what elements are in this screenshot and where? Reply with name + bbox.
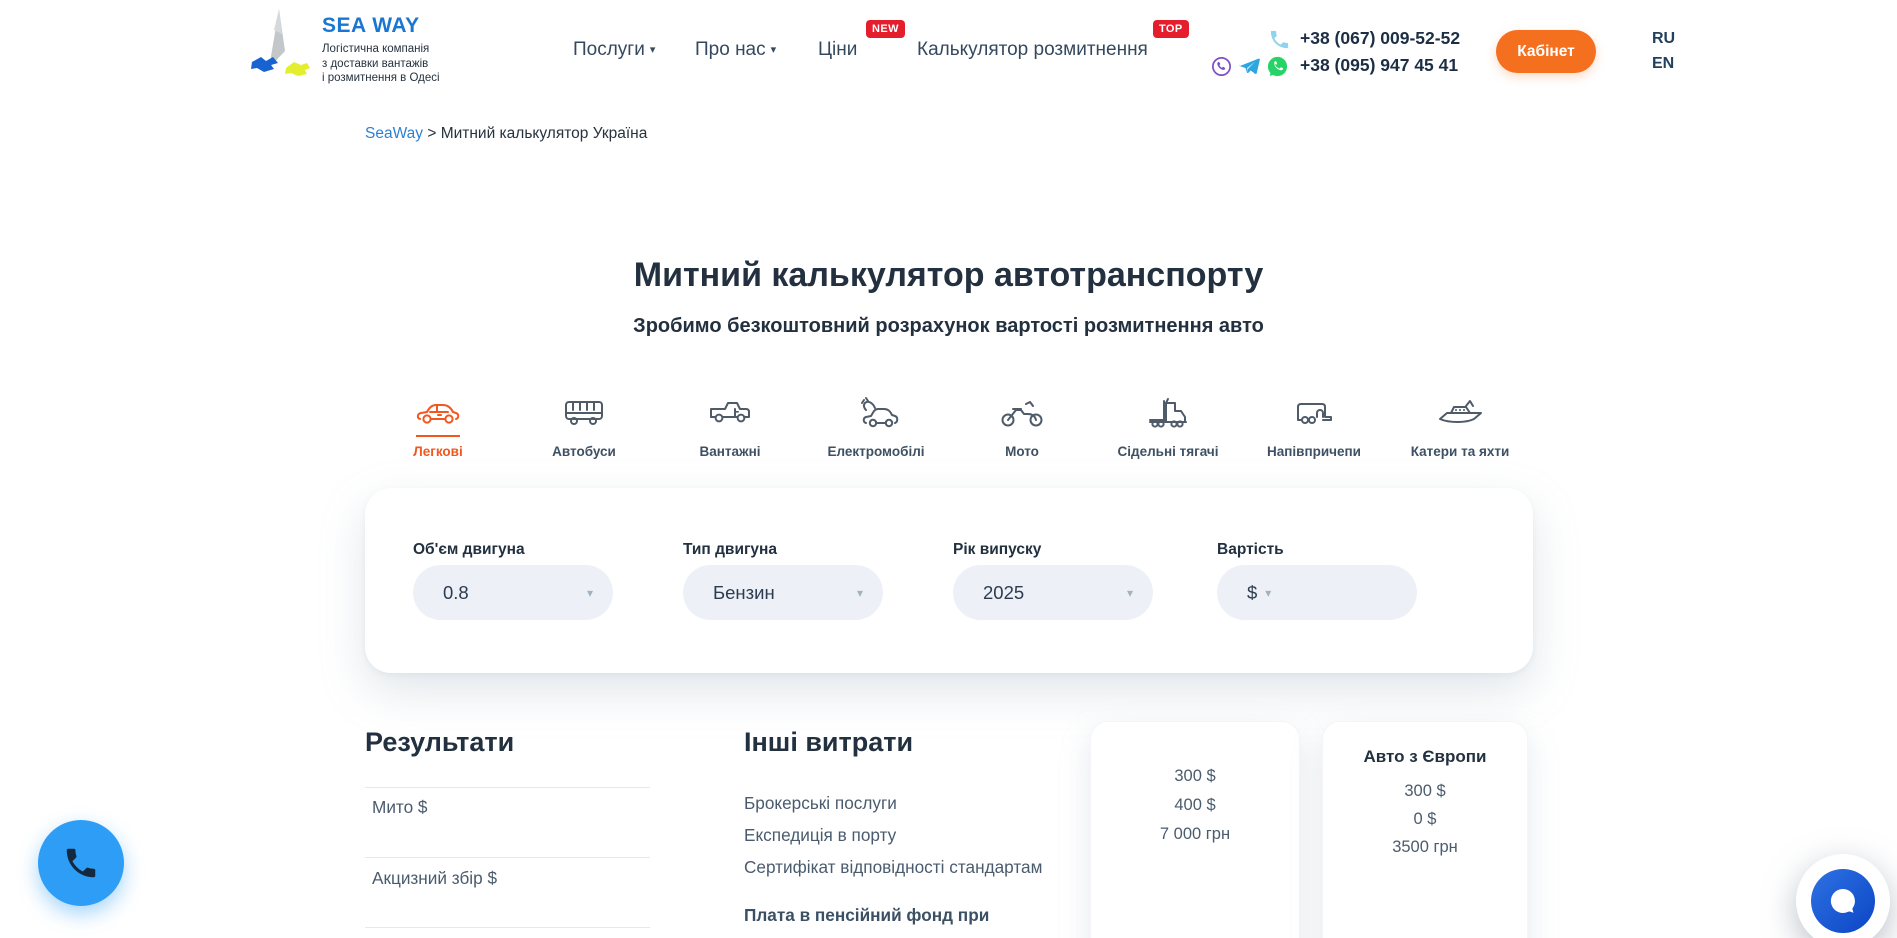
year-label: Рік випуску	[953, 541, 1041, 559]
nav-services[interactable]: Послуги▾	[573, 39, 655, 61]
expense-pension-fund: Плата в пенсійний фонд при реєстрації МР…	[744, 900, 1054, 938]
price-value: 3500 грн	[1323, 833, 1527, 861]
europe-car-price-card: Авто з Європи 300 $ 0 $ 3500 грн	[1322, 721, 1528, 938]
viber-icon[interactable]	[1210, 55, 1233, 78]
other-expenses-title: Інші витрати	[744, 727, 913, 758]
engine-volume-select[interactable]: 0.8 ▾	[413, 565, 613, 620]
result-excise: Акцизний збір $	[372, 868, 497, 889]
seaway-logo-icon[interactable]	[248, 6, 314, 84]
result-duty: Мито $	[372, 797, 428, 818]
chat-fab-button[interactable]	[1796, 854, 1890, 938]
brand-name: SEA WAY	[322, 14, 440, 38]
calculator-form-card: Об'єм двигуна 0.8 ▾ Тип двигуна Бензин ▾…	[365, 488, 1533, 673]
cabinet-button[interactable]: Кабінет	[1496, 30, 1596, 73]
price-label: Вартість	[1217, 541, 1284, 559]
call-fab-button[interactable]	[38, 820, 124, 906]
engine-type-label: Тип двигуна	[683, 541, 777, 559]
divider	[365, 857, 650, 858]
phone-icon	[1268, 28, 1291, 51]
chevron-down-icon: ▾	[771, 44, 777, 56]
phone-handset-icon	[62, 844, 100, 882]
chevron-down-icon: ▾	[1127, 586, 1133, 600]
chevron-down-icon: ▾	[857, 586, 863, 600]
tab-buses[interactable]: Автобуси	[511, 392, 657, 459]
breadcrumb-home-link[interactable]: SeaWay	[365, 125, 423, 142]
currency-select[interactable]: $ ▾	[1217, 565, 1417, 620]
engine-type-select[interactable]: Бензин ▾	[683, 565, 883, 620]
car-icon	[414, 392, 462, 430]
logo[interactable]: SEA WAY Логістична компанія з доставки в…	[322, 14, 440, 86]
truck-icon	[706, 392, 754, 430]
semi-truck-icon	[1144, 392, 1192, 430]
active-tab-underline	[416, 435, 460, 437]
year-select[interactable]: 2025 ▾	[953, 565, 1153, 620]
chevron-down-icon: ▾	[1265, 586, 1271, 600]
phone-number-1[interactable]: +38 (067) 009-52-52	[1300, 28, 1460, 49]
price-input[interactable]	[1277, 582, 1397, 604]
page-subtitle: Зробимо безкоштовний розрахунок вартості…	[0, 315, 1897, 338]
chat-bubble-icon	[1825, 883, 1861, 919]
breadcrumb: SeaWay > Митний калькулятор Україна	[365, 125, 647, 143]
chevron-down-icon: ▾	[587, 586, 593, 600]
tab-trucks[interactable]: Вантажні	[657, 392, 803, 459]
divider	[365, 927, 650, 928]
page-title: Митний калькулятор автотранспорту	[0, 256, 1897, 295]
price-value: 300 $	[1091, 762, 1299, 791]
expense-certificate: Сертифікат відповідності стандартам	[744, 857, 1042, 878]
brand-tagline: Логістична компанія з доставки вантажів …	[322, 42, 440, 86]
bus-icon	[560, 392, 608, 430]
chevron-down-icon: ▾	[650, 44, 656, 56]
breadcrumb-current: Митний калькулятор Україна	[441, 125, 648, 142]
tab-semi-trailers[interactable]: Напівпричепи	[1241, 392, 1387, 459]
tab-moto[interactable]: Мото	[949, 392, 1095, 459]
tab-cars[interactable]: Легкові	[365, 392, 511, 459]
lang-switch-ru[interactable]: RU	[1652, 30, 1675, 48]
tab-semi-trucks[interactable]: Сідельні тягачі	[1095, 392, 1241, 459]
nav-about[interactable]: Про нас▾	[695, 39, 776, 61]
price-value: 0 $	[1323, 805, 1527, 833]
nav-prices[interactable]: Ціни NEW	[818, 39, 857, 61]
divider	[365, 787, 650, 788]
engine-volume-label: Об'єм двигуна	[413, 541, 525, 559]
price-value: 300 $	[1323, 777, 1527, 805]
top-badge: TOP	[1153, 20, 1189, 38]
expense-port: Експедиція в порту	[744, 825, 896, 846]
nav-customs-calculator[interactable]: Калькулятор розмитнення TOP	[917, 39, 1148, 61]
price-value: 7 000 грн	[1091, 820, 1299, 849]
yacht-icon	[1436, 392, 1484, 430]
phone-number-2[interactable]: +38 (095) 947 45 41	[1300, 55, 1458, 76]
whatsapp-icon[interactable]	[1266, 55, 1289, 78]
motorcycle-icon	[998, 392, 1046, 430]
semi-trailer-icon	[1290, 392, 1338, 430]
new-badge: NEW	[866, 20, 905, 38]
electric-car-icon	[852, 392, 900, 430]
tab-boats-yachts[interactable]: Катери та яхти	[1387, 392, 1533, 459]
chat-bubble-circle	[1811, 869, 1875, 933]
page: SEA WAY Логістична компанія з доставки в…	[0, 0, 1897, 938]
expenses-price-card: 300 $ 400 $ 7 000 грн	[1090, 721, 1300, 938]
tab-electric-cars[interactable]: Електромобілі	[803, 392, 949, 459]
header: SEA WAY Логістична компанія з доставки в…	[0, 0, 1897, 106]
results-title: Результати	[365, 727, 514, 758]
telegram-icon[interactable]	[1238, 55, 1261, 78]
vehicle-type-tabs: Легкові Автобуси	[365, 392, 1533, 459]
price-value: 400 $	[1091, 791, 1299, 820]
expense-broker: Брокерські послуги	[744, 793, 897, 814]
lang-switch-en[interactable]: EN	[1652, 55, 1674, 73]
europe-card-title: Авто з Європи	[1323, 722, 1527, 767]
